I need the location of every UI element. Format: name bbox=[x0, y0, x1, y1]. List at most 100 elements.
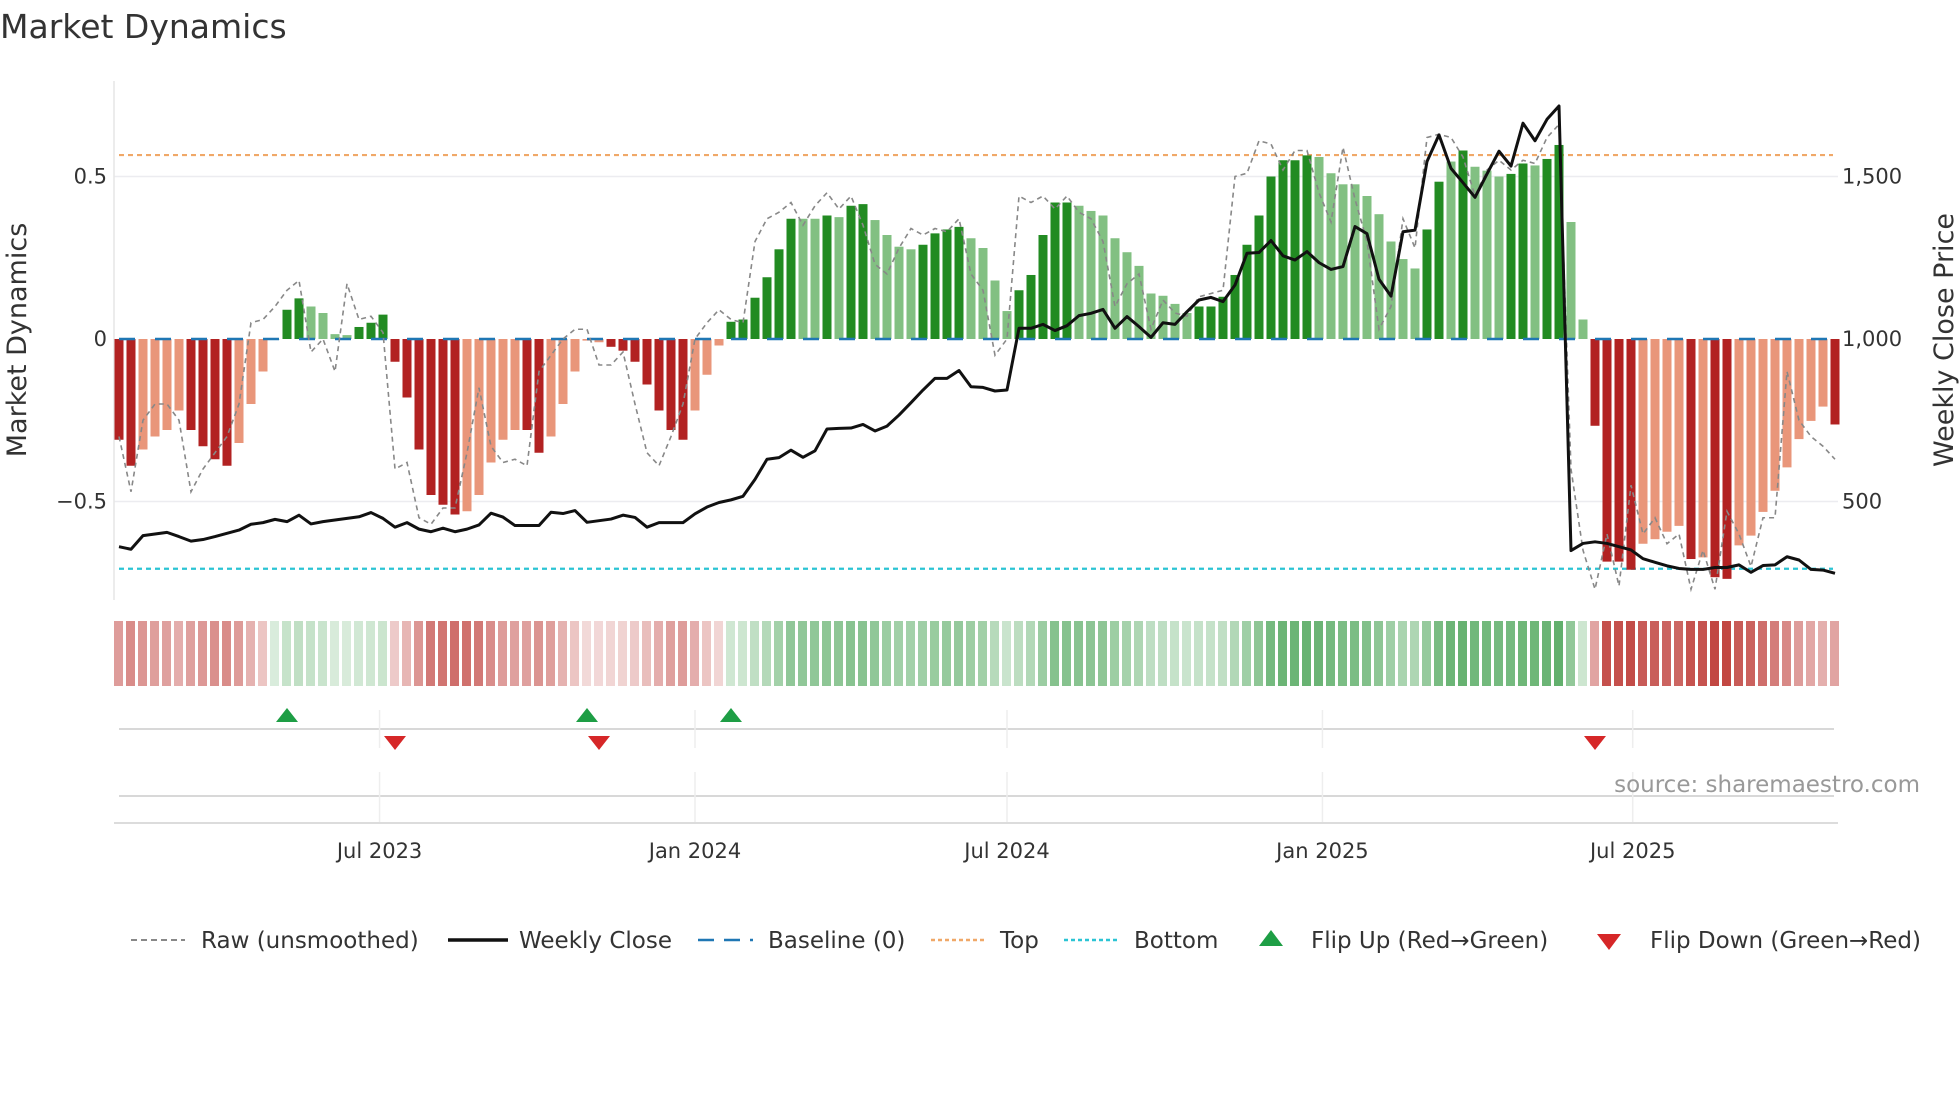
bar bbox=[294, 298, 304, 339]
heatmap-cell bbox=[1122, 621, 1131, 686]
heatmap-cell bbox=[1134, 621, 1143, 686]
bar bbox=[654, 339, 664, 411]
bar bbox=[198, 339, 208, 447]
heatmap-cell bbox=[1650, 621, 1659, 686]
heatmap-cell-gap bbox=[1479, 621, 1482, 686]
heatmap-cell bbox=[366, 621, 375, 686]
heatmap-cell bbox=[1602, 621, 1611, 686]
heatmap-cell bbox=[1218, 621, 1227, 686]
heatmap-cell-gap bbox=[1167, 621, 1170, 686]
bar bbox=[1710, 339, 1720, 578]
bar bbox=[1494, 176, 1504, 339]
heatmap-cell bbox=[150, 621, 159, 686]
left-y-ticks: 0.5 0 −0.5 bbox=[56, 165, 107, 514]
bar bbox=[450, 339, 460, 515]
heatmap-cell bbox=[1062, 621, 1071, 686]
heatmap-cell-gap bbox=[543, 621, 546, 686]
heatmap-cell bbox=[162, 621, 171, 686]
heatmap-cell-gap bbox=[1407, 621, 1410, 686]
heatmap-cell bbox=[618, 621, 627, 686]
heatmap-cell-gap bbox=[1455, 621, 1458, 686]
heatmap-cell-gap bbox=[1071, 621, 1074, 686]
y2-axis-label: Weekly Close Price bbox=[1929, 213, 1960, 467]
heatmap-cell bbox=[1746, 621, 1755, 686]
heatmap-cell-gap bbox=[291, 621, 294, 686]
heatmap-cell bbox=[354, 621, 363, 686]
bar bbox=[210, 339, 220, 460]
heatmap-cell bbox=[1266, 621, 1275, 686]
heatmap-cell-gap bbox=[663, 621, 666, 686]
heatmap-cell-gap bbox=[1143, 621, 1146, 686]
heatmap-cell bbox=[186, 621, 195, 686]
bar bbox=[354, 326, 364, 339]
bar bbox=[714, 339, 724, 346]
bar bbox=[1686, 339, 1696, 560]
heatmap-cell-gap bbox=[879, 621, 882, 686]
heatmap-cell-gap bbox=[1743, 621, 1746, 686]
x-tick-label: Jan 2024 bbox=[647, 839, 742, 863]
heatmap-cell-gap bbox=[1443, 621, 1446, 686]
heatmap-cell-gap bbox=[903, 621, 906, 686]
bar bbox=[894, 246, 904, 339]
heatmap-cell-gap bbox=[867, 621, 870, 686]
heatmap-cell-gap bbox=[615, 621, 618, 686]
heatmap-cell-gap bbox=[687, 621, 690, 686]
bar bbox=[150, 339, 160, 437]
heatmap-cell bbox=[1050, 621, 1059, 686]
heatmap-cell bbox=[282, 621, 291, 686]
heatmap-cell-gap bbox=[1347, 621, 1350, 686]
heatmap-cell bbox=[954, 621, 963, 686]
bar bbox=[1410, 268, 1420, 339]
bar bbox=[702, 339, 712, 375]
heatmap-cell bbox=[1806, 621, 1815, 686]
bar bbox=[234, 339, 244, 443]
heatmap-cell bbox=[474, 621, 483, 686]
heatmap-cell-gap bbox=[1047, 621, 1050, 686]
bar bbox=[1518, 163, 1528, 339]
heatmap-cell-gap bbox=[1491, 621, 1494, 686]
bar bbox=[882, 235, 892, 339]
heatmap-cell bbox=[1758, 621, 1767, 686]
heatmap-cell bbox=[174, 621, 183, 686]
heatmap-cell-gap bbox=[855, 621, 858, 686]
bar bbox=[1722, 339, 1732, 579]
heatmap-cell bbox=[666, 621, 675, 686]
heatmap-cell-gap bbox=[471, 621, 474, 686]
heatmap-cell bbox=[1614, 621, 1623, 686]
heatmap-cell-gap bbox=[1107, 621, 1110, 686]
bar bbox=[1398, 259, 1408, 339]
heatmap-cell-gap bbox=[255, 621, 258, 686]
heatmap-cell bbox=[570, 621, 579, 686]
bar bbox=[1698, 339, 1708, 558]
heatmap-cell bbox=[210, 621, 219, 686]
heatmap-cell-gap bbox=[1299, 621, 1302, 686]
heatmap-cell-gap bbox=[1275, 621, 1278, 686]
bar bbox=[1578, 319, 1588, 339]
heatmap-cell-gap bbox=[399, 621, 402, 686]
heatmap-cell-gap bbox=[1719, 621, 1722, 686]
heatmap-cell bbox=[450, 621, 459, 686]
heatmap-cell-gap bbox=[1791, 621, 1794, 686]
heatmap-cell bbox=[294, 621, 303, 686]
heatmap-cell bbox=[1314, 621, 1323, 686]
heatmap-cell-gap bbox=[1803, 621, 1806, 686]
heatmap-cell bbox=[1794, 621, 1803, 686]
y2-tick-label: 1,000 bbox=[1842, 327, 1902, 351]
heatmap-cell bbox=[1698, 621, 1707, 686]
bar bbox=[186, 339, 196, 430]
y-tick-label: 0 bbox=[94, 327, 107, 351]
heatmap-cell-gap bbox=[363, 621, 366, 686]
heatmap-cell-gap bbox=[975, 621, 978, 686]
bar bbox=[1434, 181, 1444, 339]
bar bbox=[390, 339, 400, 362]
flip-up-marker bbox=[276, 708, 298, 722]
y-tick-label: 0.5 bbox=[74, 165, 107, 189]
bar bbox=[1446, 161, 1456, 339]
heatmap-cell bbox=[822, 621, 831, 686]
bar bbox=[162, 339, 172, 430]
bar bbox=[438, 339, 448, 505]
heatmap-cell bbox=[630, 621, 639, 686]
bar bbox=[522, 339, 532, 430]
heatmap-cell-gap bbox=[699, 621, 702, 686]
heatmap-cell-gap bbox=[1059, 621, 1062, 686]
